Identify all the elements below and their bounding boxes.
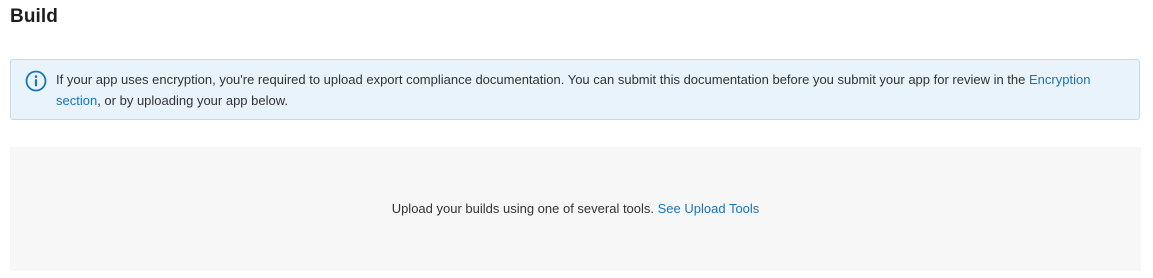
section-title: Build [10,6,58,27]
build-page: Build If your app uses encryption, you'r… [0,0,1153,278]
encryption-info-banner: If your app uses encryption, you're requ… [10,59,1140,120]
banner-text-before: If your app uses encryption, you're requ… [56,72,1029,87]
banner-text-after: , or by uploading your app below. [97,93,289,108]
upload-builds-panel: Upload your builds using one of several … [10,147,1141,271]
banner-message: If your app uses encryption, you're requ… [56,69,1126,111]
upload-instructions: Upload your builds using one of several … [391,201,658,216]
info-icon [25,70,47,92]
upload-message: Upload your builds using one of several … [10,200,1141,218]
see-upload-tools-link[interactable]: See Upload Tools [658,201,760,216]
